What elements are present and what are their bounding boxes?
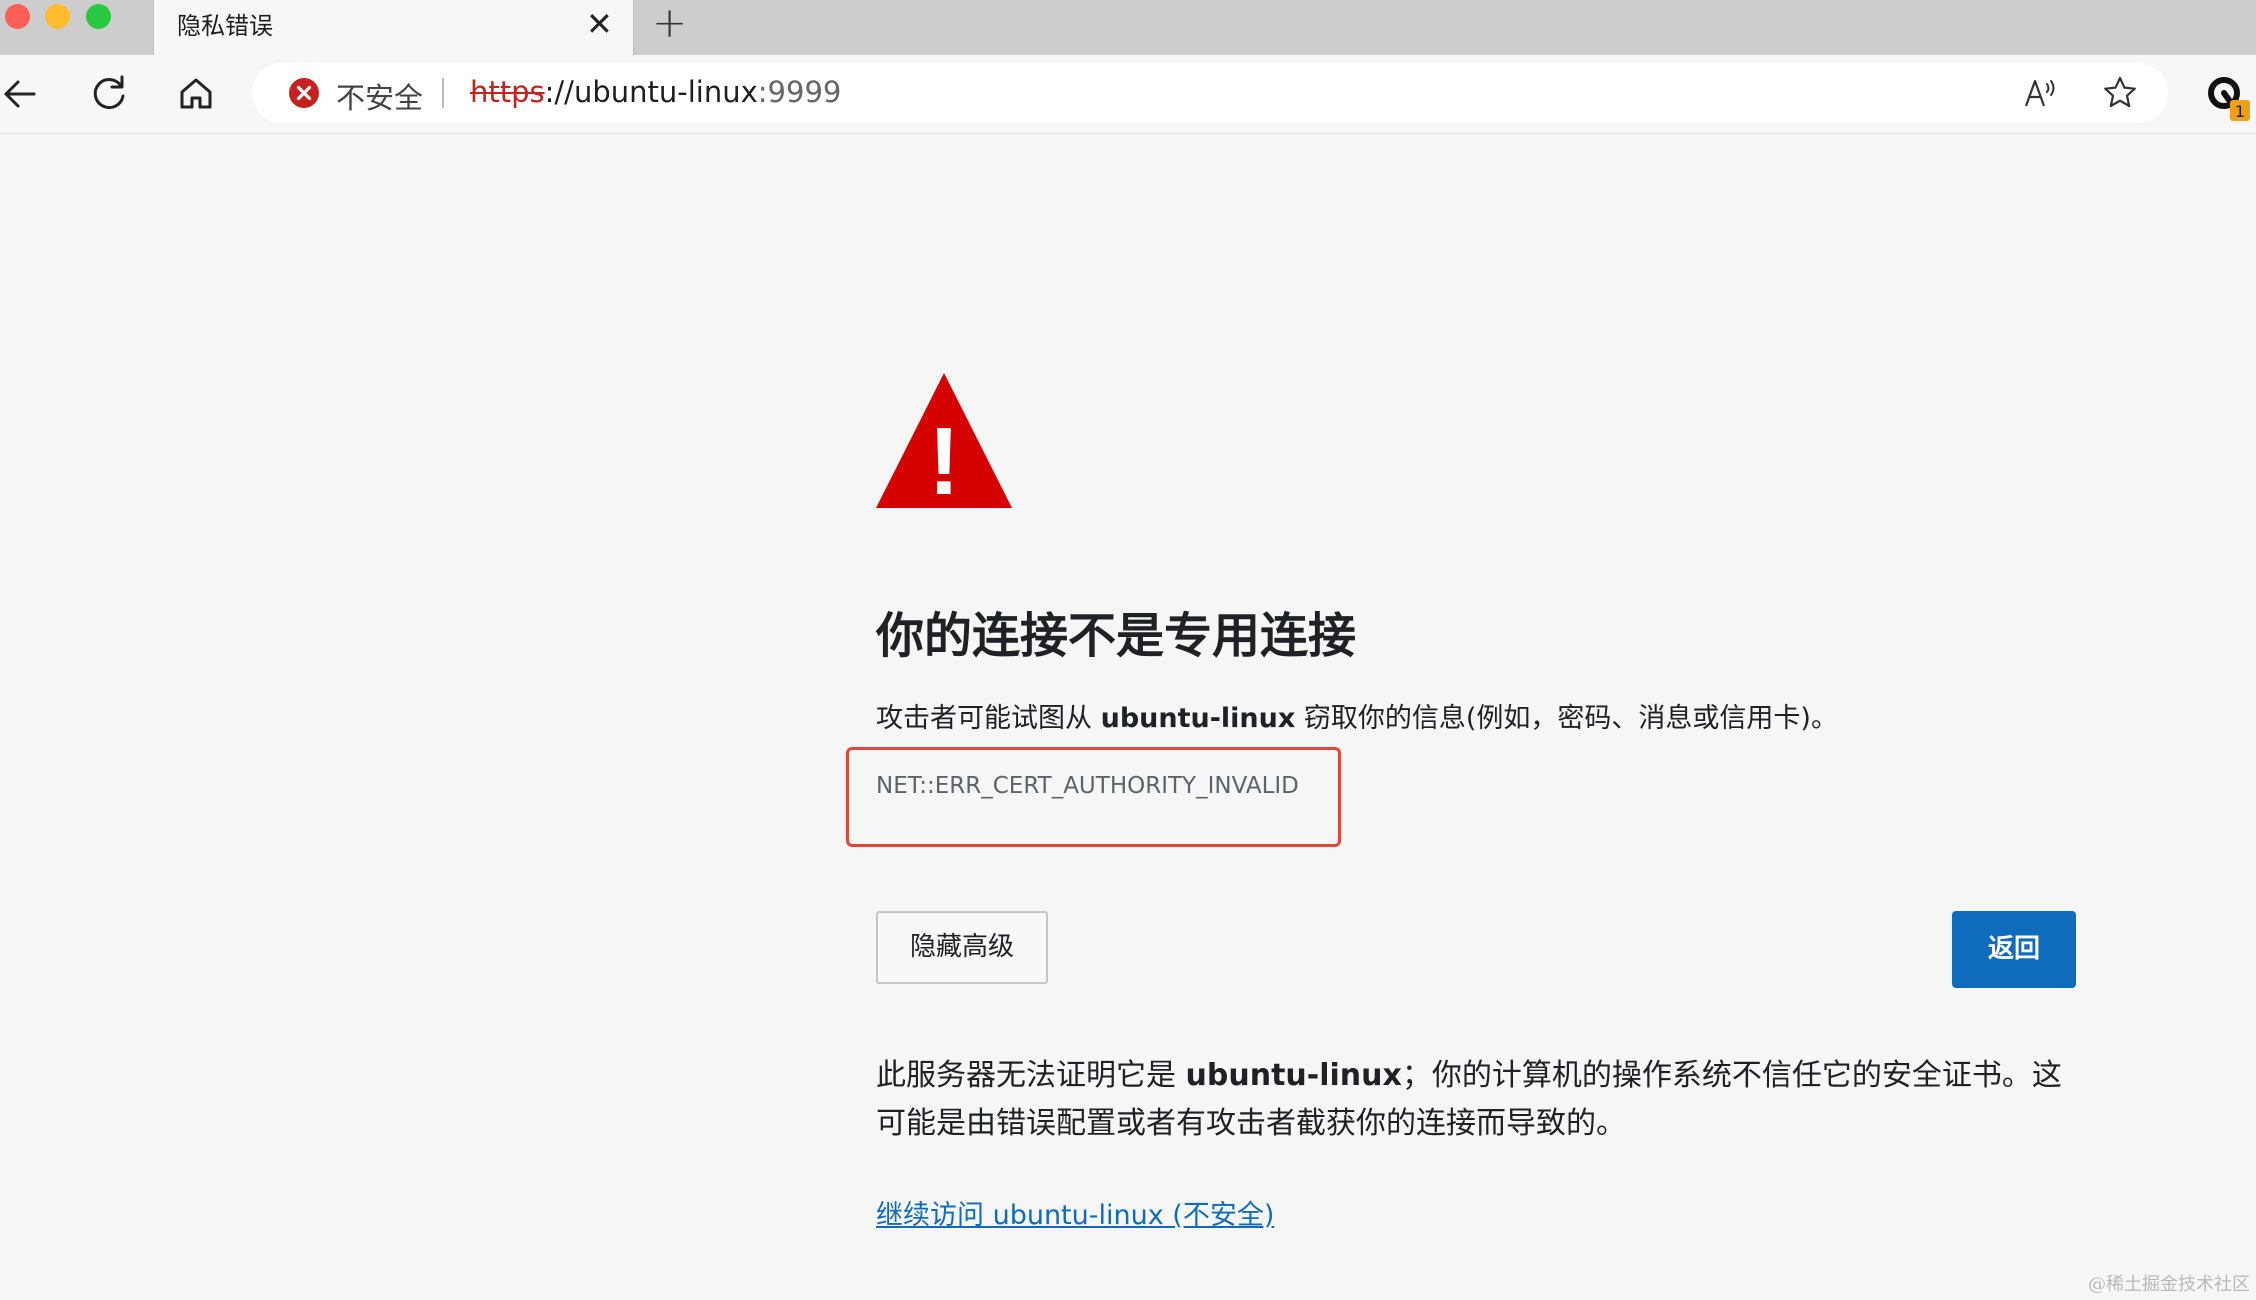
security-label[interactable]: 不安全 — [336, 75, 423, 117]
explanation-host: ubuntu-linux — [1185, 1058, 1402, 1093]
tab-privacy-error[interactable]: 隐私错误 ✕ — [153, 0, 634, 55]
description-host: ubuntu-linux — [1100, 703, 1296, 734]
tab-title: 隐私错误 — [177, 12, 273, 40]
explanation-before: 此服务器无法证明它是 — [876, 1058, 1186, 1093]
error-description: 攻击者可能试图从 ubuntu-linux 窃取你的信息(例如，密码、消息或信用… — [876, 696, 1838, 735]
not-secure-icon[interactable] — [288, 77, 320, 109]
tab-close-icon[interactable]: ✕ — [586, 3, 613, 45]
url-port: :9999 — [757, 75, 842, 109]
description-before: 攻击者可能试图从 — [876, 703, 1101, 734]
extension-badge: 1 — [2235, 102, 2245, 121]
address-separator — [442, 78, 444, 108]
back-arrow-icon[interactable] — [0, 71, 46, 117]
url-host: ://ubuntu-linux — [544, 75, 758, 109]
extension-icon[interactable]: 1 — [2202, 73, 2252, 123]
url-scheme: https — [470, 75, 545, 109]
home-icon[interactable] — [173, 71, 219, 117]
favorite-star-icon[interactable] — [2102, 75, 2138, 111]
watermark: @稀土掘金技术社区 — [2088, 1274, 2250, 1295]
back-button[interactable]: 返回 — [1952, 911, 2076, 988]
reload-icon[interactable] — [86, 71, 132, 117]
error-code: NET::ERR_CERT_AUTHORITY_INVALID — [876, 773, 1299, 799]
advanced-explanation: 此服务器无法证明它是 ubuntu-linux；你的计算机的操作系统不信任它的安… — [876, 1052, 2076, 1148]
read-aloud-icon[interactable] — [2022, 75, 2058, 111]
new-tab-icon[interactable]: + — [652, 2, 687, 44]
window-minimize-button[interactable] — [45, 4, 70, 29]
hide-advanced-button[interactable]: 隐藏高级 — [876, 911, 1048, 984]
tab-strip: 隐私错误 ✕ + — [0, 0, 2256, 55]
warning-exclamation: ! — [928, 408, 960, 508]
proceed-unsafe-link[interactable]: 继续访问 ubuntu-linux (不安全) — [876, 1193, 1274, 1232]
address-bar[interactable]: 不安全 https://ubuntu-linux:9999 — [252, 63, 2168, 123]
window-close-button[interactable] — [5, 4, 30, 29]
warning-icon: ! — [876, 373, 1012, 508]
url-text[interactable]: https://ubuntu-linux:9999 — [470, 75, 841, 109]
page-title: 你的连接不是专用连接 — [876, 608, 1357, 664]
toolbar: 不安全 https://ubuntu-linux:9999 1 — [0, 55, 2256, 134]
description-after: 窃取你的信息(例如，密码、消息或信用卡)。 — [1295, 703, 1838, 734]
window-maximize-button[interactable] — [86, 4, 111, 29]
